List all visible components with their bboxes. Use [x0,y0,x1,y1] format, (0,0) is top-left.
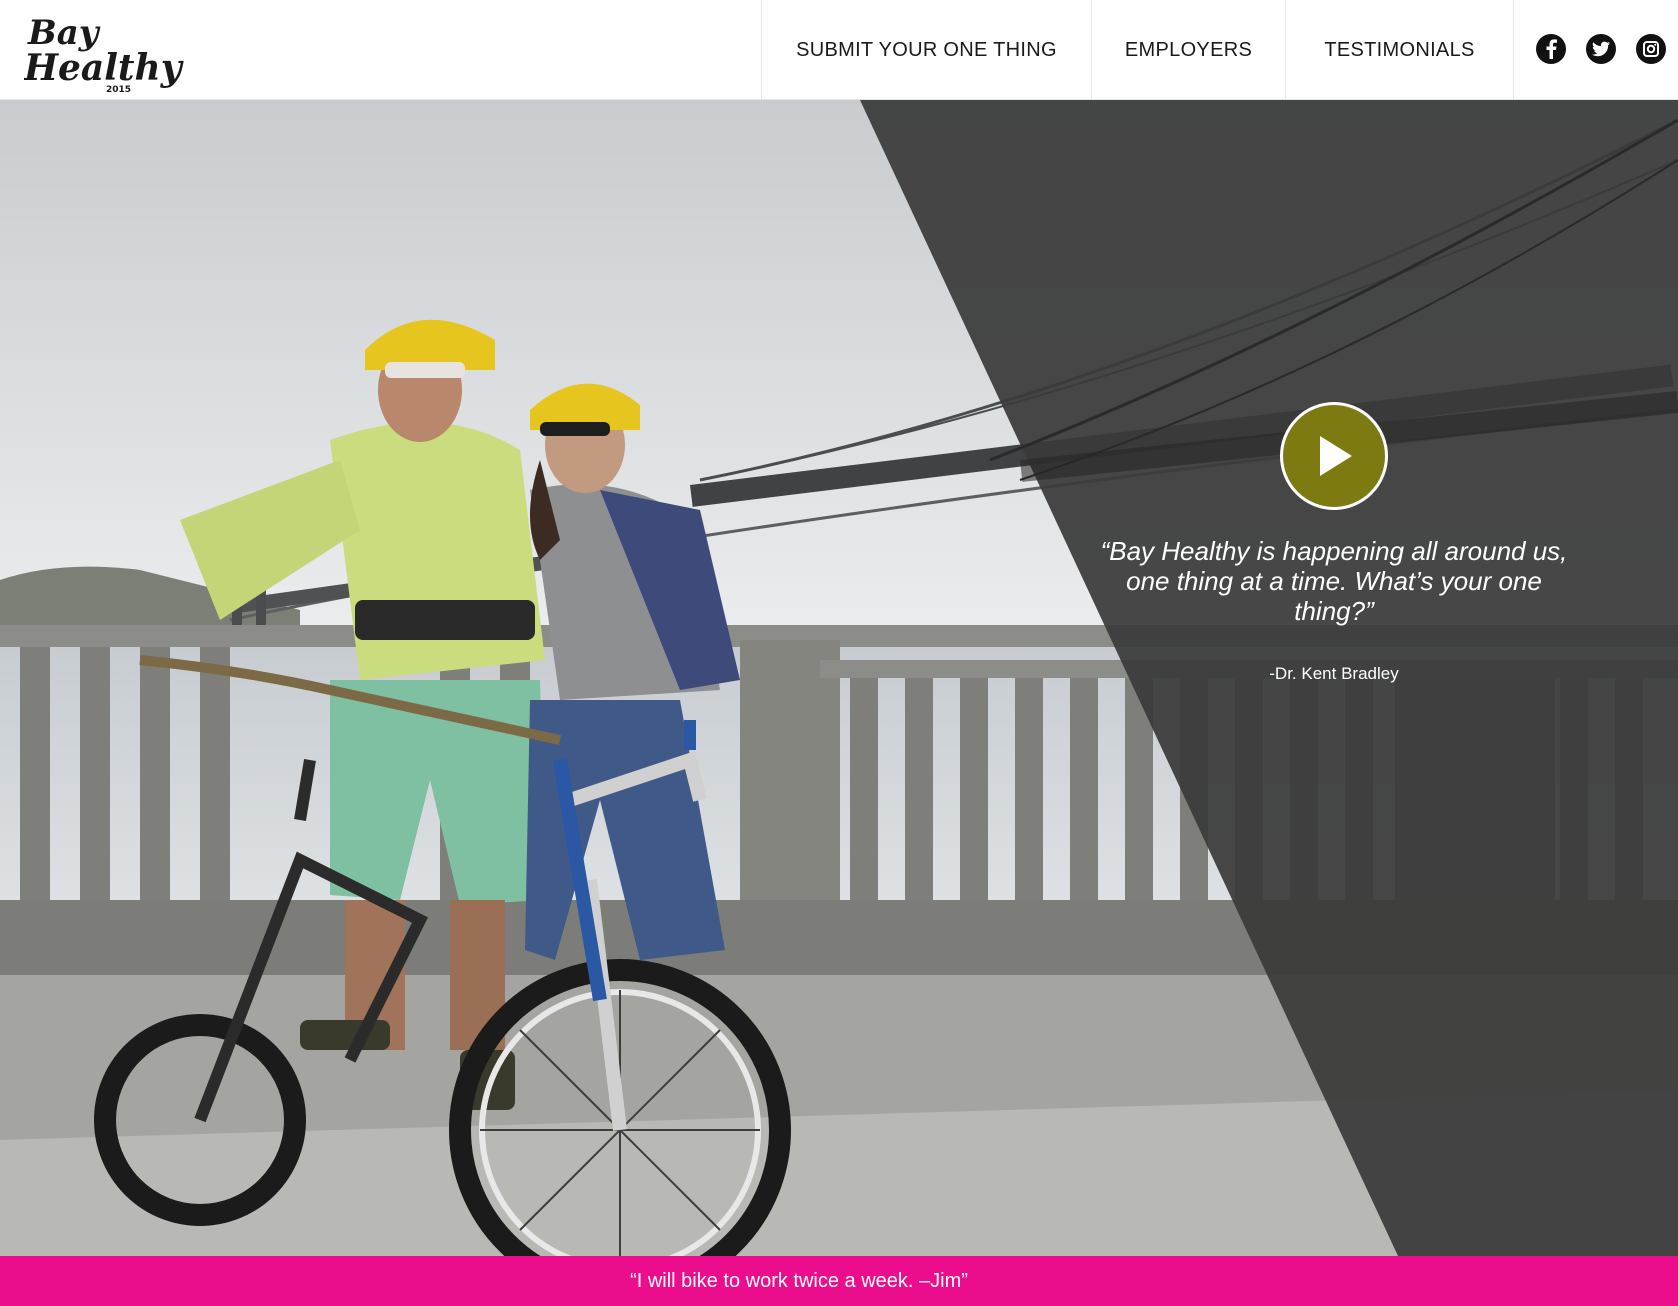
logo-year: 2015 [106,85,131,94]
site-header: Bay Healthy 2015 SUBMIT YOUR ONE THING E… [0,0,1678,100]
hero-section: “Bay Healthy is happening all around us,… [0,100,1678,1256]
bay-healthy-logo[interactable]: Bay Healthy 2015 [24,8,184,94]
play-video-button[interactable] [1280,402,1388,510]
hero-quote: “Bay Healthy is happening all around us,… [1100,536,1568,626]
play-icon [1320,436,1352,476]
facebook-icon[interactable] [1536,34,1566,64]
instagram-icon[interactable] [1636,34,1666,64]
social-links [1536,34,1666,64]
quote-author: -Dr. Kent Bradley [1269,664,1399,683]
nav-testimonials[interactable]: TESTIMONIALS [1285,0,1514,100]
main-nav: SUBMIT YOUR ONE THING EMPLOYERS TESTIMON… [761,0,1514,100]
logo-line-2: Healthy [24,47,184,89]
ticker-text: “I will bike to work twice a week. –Jim” [630,1269,968,1292]
nav-submit-your-one-thing[interactable]: SUBMIT YOUR ONE THING [761,0,1091,100]
nav-employers[interactable]: EMPLOYERS [1091,0,1285,100]
testimonial-ticker: “I will bike to work twice a week. –Jim” [0,1256,1678,1306]
twitter-icon[interactable] [1586,34,1616,64]
